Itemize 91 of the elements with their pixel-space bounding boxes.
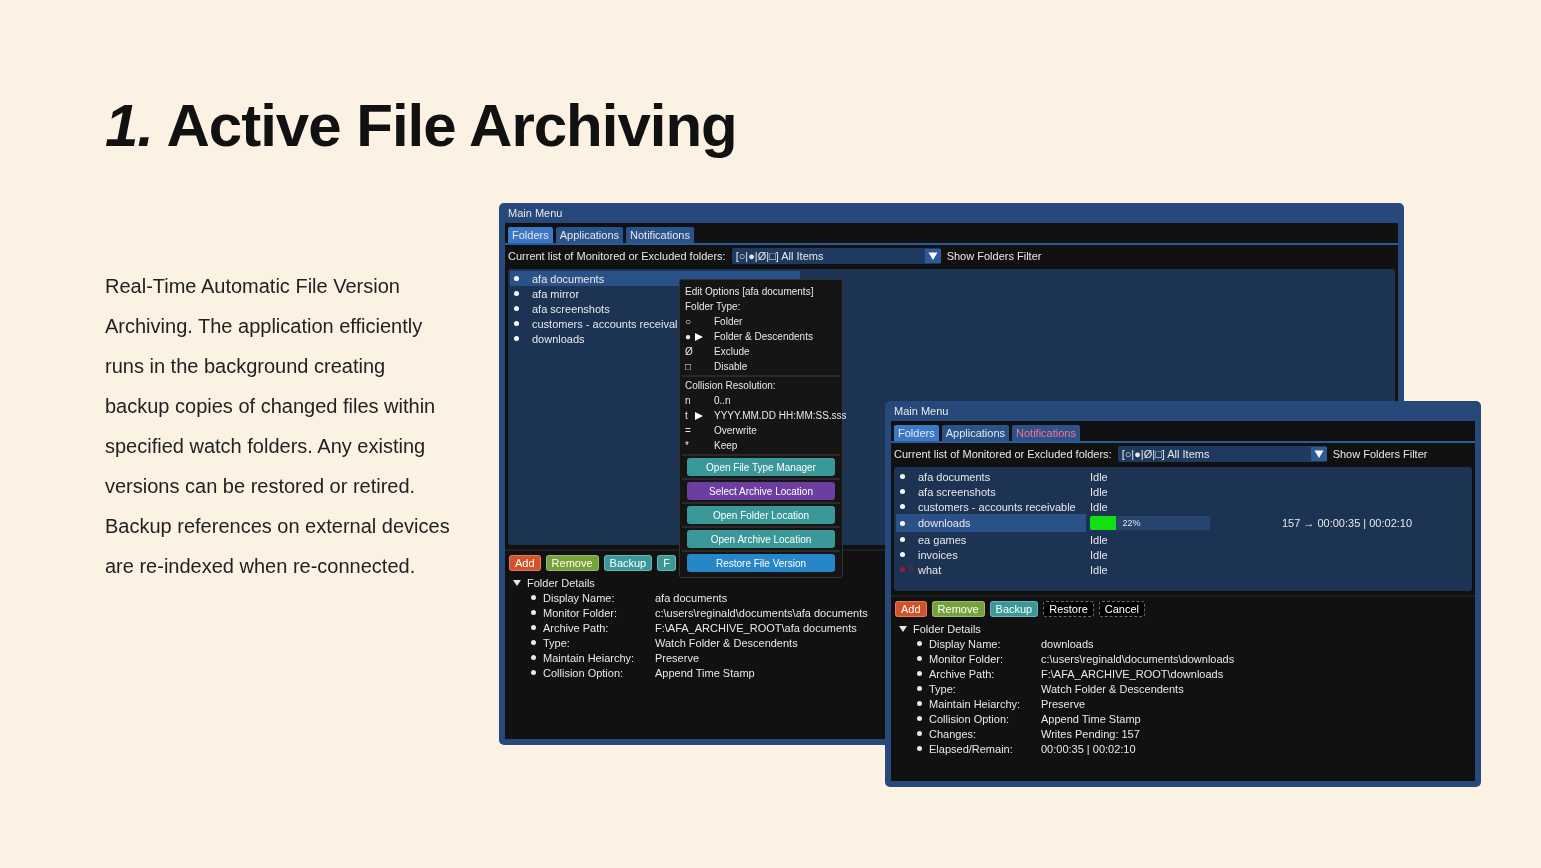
menu-item[interactable]: * Keep bbox=[680, 438, 842, 453]
bullet-icon bbox=[917, 731, 922, 736]
filter-toggle-label: Show Folders Filter bbox=[946, 250, 1042, 262]
detail-label: Collision Option: bbox=[929, 712, 1011, 725]
bullet-icon bbox=[917, 746, 922, 751]
filter-label: Current list of Monitored or Excluded folders: bbox=[894, 448, 1112, 460]
menu-item[interactable]: n 0..n bbox=[680, 393, 842, 408]
detail-label: Monitor Folder: bbox=[929, 652, 1004, 665]
bullet-icon bbox=[917, 701, 922, 706]
menu-item[interactable]: = Overwrite bbox=[680, 423, 842, 438]
folder-row[interactable]: ea games bbox=[896, 532, 1086, 547]
detail-label: Type: bbox=[929, 682, 957, 695]
bullet-icon bbox=[917, 716, 922, 721]
detail-label: Type: bbox=[543, 636, 571, 649]
window-title: Main Menu bbox=[893, 404, 950, 419]
detail-label: Display Name: bbox=[543, 591, 616, 604]
bullet-icon bbox=[531, 625, 536, 630]
filter-toggle-label: Show Folders Filter bbox=[1332, 448, 1428, 460]
action-button[interactable]: Add bbox=[895, 601, 927, 617]
detail-value: F:\AFA_ARCHIVE_ROOT\afa documents bbox=[655, 621, 857, 634]
detail-value: Append Time Stamp bbox=[655, 666, 755, 679]
filter-dropdown[interactable]: [○|●|Ø|□] All Items bbox=[1117, 446, 1327, 462]
description-paragraph: Real-Time Automatic File Version Archiving. The application efficiently runs in the background creating backup copies of changed files within specified watch folders. Any existing versions can be restored or retired. Backup references on external devices are re-indexed when re-connected. bbox=[105, 274, 450, 579]
bullet-icon bbox=[531, 640, 536, 645]
progress-detail: 157 → 00:00:35 | 00:02:10 bbox=[1282, 517, 1413, 529]
detail-label: Archive Path: bbox=[543, 621, 610, 634]
detail-label: Maintain Heiarchy: bbox=[929, 697, 1022, 710]
detail-value: c:\users\reginald\documents\downloads bbox=[1041, 652, 1235, 665]
folder-row[interactable]: afa screenshots bbox=[896, 484, 1086, 499]
detail-value: Preserve bbox=[1041, 697, 1086, 710]
detail-label: Maintain Heiarchy: bbox=[543, 651, 636, 664]
detail-label: Archive Path: bbox=[929, 667, 996, 680]
menu-heading: Collision Resolution: bbox=[684, 379, 777, 393]
tab[interactable]: Applications bbox=[941, 425, 1009, 441]
folder-status: Idle bbox=[1090, 500, 1108, 513]
folder-status: Idle bbox=[1090, 470, 1108, 483]
folder-status: Idle bbox=[1090, 563, 1108, 576]
menu-item[interactable]: □ Disable bbox=[680, 359, 842, 374]
caret-icon[interactable] bbox=[899, 624, 907, 633]
detail-value: Append Time Stamp bbox=[1041, 712, 1141, 725]
folder-status: Idle bbox=[1090, 485, 1108, 498]
detail-label: Elapsed/Remain: bbox=[929, 742, 1014, 755]
menu-button[interactable]: Select Archive Location bbox=[687, 482, 835, 500]
folder-row[interactable]: downloads bbox=[896, 514, 1086, 532]
slide-title: 1. Active File Archiving bbox=[104, 91, 738, 161]
detail-label: Display Name: bbox=[929, 637, 1002, 650]
bullet-icon bbox=[531, 610, 536, 615]
detail-value: afa documents bbox=[655, 591, 728, 604]
bullet-icon bbox=[917, 641, 922, 646]
detail-value: c:\users\reginald\documents\afa documents bbox=[655, 606, 868, 619]
bullet-icon bbox=[531, 670, 536, 675]
filter-dropdown[interactable]: [○|●|Ø|□] All Items bbox=[731, 248, 941, 264]
bullet-icon bbox=[531, 595, 536, 600]
tab[interactable]: Notifications bbox=[626, 227, 694, 243]
tab[interactable]: Folders bbox=[894, 425, 939, 441]
folder-status: Idle bbox=[1090, 548, 1108, 561]
menu-title: Edit Options [afa documents] bbox=[684, 285, 815, 299]
folder-row[interactable]: afa documents bbox=[896, 469, 1086, 484]
detail-label: Monitor Folder: bbox=[543, 606, 618, 619]
bullet-icon bbox=[917, 686, 922, 691]
tab[interactable]: Folders bbox=[508, 227, 553, 243]
progress-reading: 22% bbox=[1122, 518, 1141, 528]
detail-label: Changes: bbox=[929, 727, 978, 740]
menu-heading: Folder Type: bbox=[684, 300, 742, 314]
folder-row[interactable]: customers - accounts receivable bbox=[896, 499, 1086, 514]
menu-item[interactable]: ○ Folder bbox=[680, 314, 842, 329]
detail-value: Watch Folder & Descendents bbox=[1041, 682, 1184, 695]
menu-item[interactable]: ● Folder & Descendents bbox=[680, 329, 842, 344]
filter-label: Current list of Monitored or Excluded folders: bbox=[508, 250, 726, 262]
detail-value: Writes Pending: 157 bbox=[1041, 727, 1140, 740]
detail-label: Collision Option: bbox=[543, 666, 625, 679]
alert-text: !! bbox=[908, 564, 914, 575]
menu-item[interactable]: Ø Exclude bbox=[680, 344, 842, 359]
detail-value: Preserve bbox=[655, 651, 700, 664]
detail-value: 00:00:35 | 00:02:10 bbox=[1041, 742, 1136, 755]
action-button[interactable]: Add bbox=[509, 555, 541, 571]
bullet-icon bbox=[917, 656, 922, 661]
tree-node-label[interactable]: Folder Details bbox=[527, 576, 595, 589]
bullet-icon bbox=[917, 671, 922, 676]
bullet-icon bbox=[531, 655, 536, 660]
detail-value: Watch Folder & Descendents bbox=[655, 636, 798, 649]
detail-value: F:\AFA_ARCHIVE_ROOT\downloads bbox=[1041, 667, 1224, 680]
window-title: Main Menu bbox=[507, 206, 564, 221]
tab[interactable]: Applications bbox=[555, 227, 623, 243]
menu-button[interactable]: Restore File Version bbox=[687, 554, 835, 572]
folder-row[interactable]: invoices bbox=[896, 547, 1086, 562]
detail-value: downloads bbox=[1041, 637, 1094, 650]
tree-node-label[interactable]: Folder Details bbox=[913, 622, 981, 635]
caret-icon[interactable] bbox=[513, 578, 521, 587]
folder-status: Idle bbox=[1090, 533, 1108, 546]
folder-row[interactable]: !! what bbox=[896, 562, 1086, 577]
